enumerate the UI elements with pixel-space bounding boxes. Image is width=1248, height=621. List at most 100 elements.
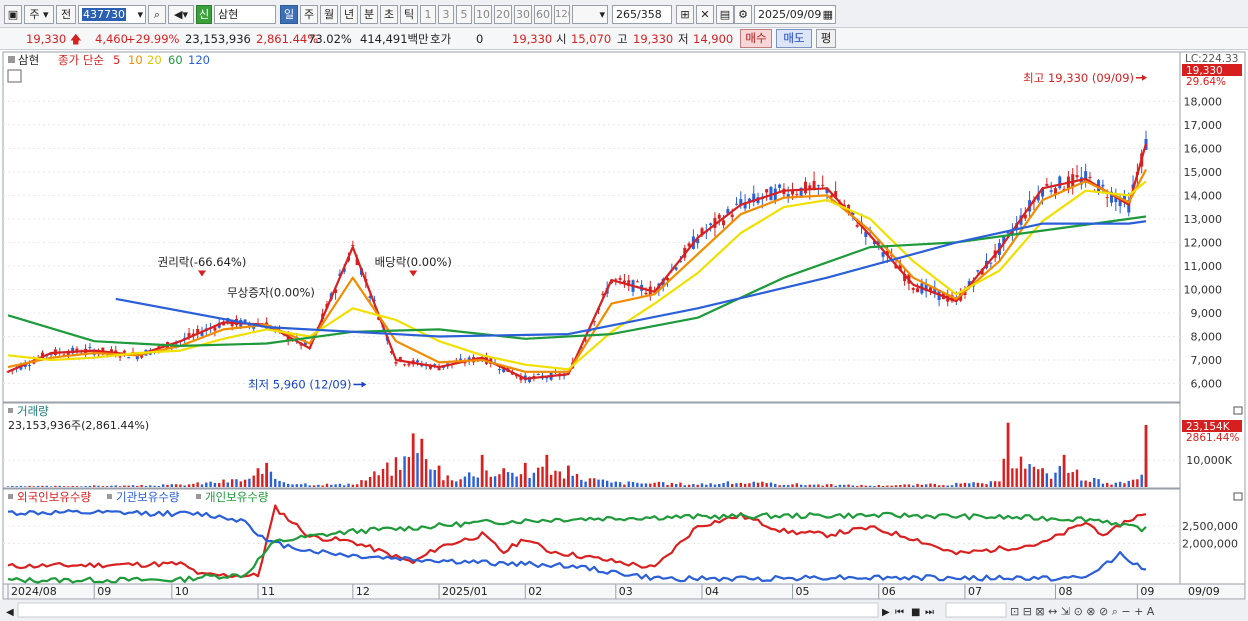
stock-name-field[interactable]: 삼현 <box>214 5 276 24</box>
volume-bar <box>1002 458 1005 487</box>
scroll-track[interactable] <box>17 602 879 618</box>
grid-icon[interactable]: ⊞ <box>676 5 694 24</box>
volume-bar <box>485 470 488 487</box>
buy-button[interactable]: 매수 <box>740 29 772 48</box>
close-icon[interactable] <box>1233 492 1243 501</box>
price-change: 4,460 <box>95 32 128 46</box>
volume-bar <box>360 480 363 487</box>
scroll-right-icon[interactable]: ▶ <box>882 607 890 618</box>
period-tick-button[interactable]: 틱 <box>400 5 418 24</box>
volume-bar <box>791 484 794 487</box>
zoom-slider[interactable] <box>945 602 1007 618</box>
last-page-icon[interactable]: ⏭ <box>925 607 934 618</box>
volume-bar <box>537 467 540 487</box>
volume-bar <box>976 482 980 487</box>
crosshair-icon[interactable]: ✕ <box>696 5 714 24</box>
count-total: /358 <box>637 8 662 21</box>
stock-code-input[interactable]: 437730 ▾ <box>78 5 146 24</box>
volume-bar <box>41 485 44 487</box>
interval-5-button[interactable]: 5 <box>456 5 472 24</box>
volume-bar <box>769 482 773 487</box>
volume-bar <box>386 462 389 487</box>
volume-bar <box>985 484 988 487</box>
first-page-icon[interactable]: ⏮ <box>895 607 904 618</box>
volume-bar <box>1032 466 1036 487</box>
chart-area[interactable]: 6,000 7,000 8,000 9,000 10,000 11,000 12,000 13… <box>0 50 1248 621</box>
current-price: 19,330 🡅 <box>26 32 82 46</box>
volume-bar <box>28 485 31 487</box>
volume-bar <box>312 485 316 487</box>
stock-chart[interactable]: 6,000 7,000 8,000 9,000 10,000 11,000 12,000 13… <box>0 50 1248 621</box>
candle-body <box>407 363 411 366</box>
interval-3-button[interactable]: 3 <box>438 5 454 24</box>
average-button[interactable]: 평 <box>816 29 836 48</box>
volume-bar <box>821 485 824 487</box>
scope-button[interactable]: 전 <box>56 5 76 24</box>
scroll-controls[interactable]: ◀ ▶ ⏮ ■ ⏭ ⊡ ⊟ ⊠ ↔ ⇲ ⊙ ⊗ ⊘ ⌕ − + A <box>6 602 1155 618</box>
candle-body <box>1101 184 1105 187</box>
volume-bar <box>1136 479 1139 487</box>
volume-bar <box>860 484 863 487</box>
volume-bar <box>881 485 885 487</box>
interval-30-button[interactable]: 30 <box>514 5 532 24</box>
table-icon[interactable] <box>7 69 22 83</box>
volume-bar <box>834 485 837 487</box>
volume-bar <box>795 483 799 487</box>
interval-120-button[interactable]: 120 <box>554 5 570 24</box>
volume-bar <box>735 483 738 487</box>
interval-select[interactable]: ▾ <box>572 5 608 24</box>
volume-bar <box>36 486 40 487</box>
candle-body <box>911 288 915 290</box>
interval-60-button[interactable]: 60 <box>534 5 552 24</box>
close-icon[interactable] <box>1233 406 1243 415</box>
interval-1-button[interactable]: 1 <box>420 5 436 24</box>
save-icon[interactable]: ▤ <box>716 5 734 24</box>
search-icon[interactable]: ⌕ <box>148 5 166 24</box>
volume-bar <box>1093 477 1096 487</box>
chart-menu-icon[interactable]: ▣ <box>4 5 22 24</box>
speaker-icon[interactable]: ◀▾ <box>168 5 194 24</box>
volume-bar <box>709 483 712 487</box>
volume-bar <box>1114 482 1118 487</box>
period-minute-button[interactable]: 분 <box>360 5 378 24</box>
tool-icons[interactable]: ⊡ ⊟ ⊠ ↔ ⇲ ⊙ ⊗ ⊘ ⌕ − + A <box>1010 605 1155 618</box>
date-tick-label: 11 <box>261 585 275 598</box>
volume-bar <box>532 472 536 487</box>
period-year-button[interactable]: 년 <box>340 5 358 24</box>
candle-body <box>730 214 734 217</box>
volume-bar <box>989 481 993 487</box>
volume-bar <box>778 485 781 487</box>
calendar-icon[interactable]: ▦ <box>823 6 833 23</box>
volume-bar <box>1088 481 1092 487</box>
candle-body <box>127 357 131 359</box>
period-week-button[interactable]: 주 <box>300 5 318 24</box>
legend-close-label: 종가 단순 <box>58 53 104 67</box>
gear-icon[interactable]: ⚙ <box>734 5 752 24</box>
volume-bar <box>1110 484 1113 487</box>
volume-bar <box>554 470 557 487</box>
volume-bar <box>424 459 428 487</box>
price-tick-label: 8,000 <box>1191 330 1223 343</box>
volume-bar <box>549 474 553 487</box>
interval-10-button[interactable]: 10 <box>474 5 492 24</box>
volume-bar <box>873 485 876 487</box>
scroll-left-icon[interactable]: ◀ <box>6 607 14 618</box>
volume-bar <box>1101 483 1105 487</box>
interval-20-button[interactable]: 20 <box>494 5 512 24</box>
market-type-select[interactable]: 주 ▾ <box>24 5 54 24</box>
chevron-down-icon[interactable]: ▾ <box>137 6 145 23</box>
period-month-button[interactable]: 월 <box>320 5 338 24</box>
volume-bar <box>804 485 807 487</box>
volume-bar <box>894 485 898 487</box>
date-tick-label: 08 <box>1058 585 1072 598</box>
volume-bar <box>429 469 432 487</box>
period-day-button[interactable]: 일 <box>280 5 298 24</box>
candle-body <box>635 281 639 283</box>
volume-bar <box>696 484 699 487</box>
period-second-button[interactable]: 초 <box>380 5 398 24</box>
sell-button[interactable]: 매도 <box>776 29 812 48</box>
volume-bar <box>144 485 148 487</box>
date-field[interactable]: 2025/09/09 ▦ <box>754 5 836 24</box>
stop-icon[interactable]: ■ <box>911 607 920 618</box>
count-field[interactable]: 265/358 <box>612 5 672 24</box>
